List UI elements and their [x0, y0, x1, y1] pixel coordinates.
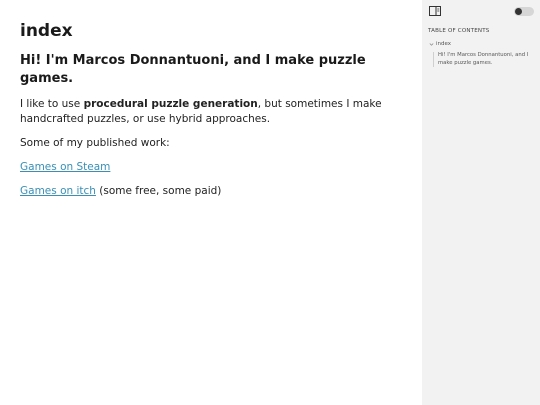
chevron-down-icon: [429, 42, 434, 46]
published-label: Some of my published work:: [20, 137, 170, 149]
steam-link[interactable]: Games on Steam: [20, 161, 110, 173]
itch-link[interactable]: Games on itch: [20, 185, 96, 197]
toc-item-intro-heading[interactable]: Hi! I'm Marcos Donnantuoni, and I make p…: [433, 52, 535, 67]
toc-item-index[interactable]: index: [429, 41, 451, 47]
intro-text-before: I like to use: [20, 98, 84, 110]
toc-sidebar: TABLE OF CONTENTS index Hi! I'm Marcos D…: [422, 0, 540, 405]
page-title: index: [20, 21, 73, 41]
main-content: index Hi! I'm Marcos Donnantuoni, and I …: [0, 0, 422, 405]
sidebar-toggle-icon[interactable]: [429, 6, 441, 16]
intro-bold-text: procedural puzzle generation: [83, 98, 258, 110]
intro-paragraph: I like to use procedural puzzle generati…: [20, 97, 402, 127]
itch-note: (some free, some paid): [95, 185, 222, 197]
theme-toggle-knob: [515, 8, 522, 15]
toc-heading: TABLE OF CONTENTS: [428, 28, 490, 34]
steam-paragraph: Games on Steam: [20, 160, 402, 175]
theme-toggle[interactable]: [514, 7, 534, 16]
intro-heading: Hi! I'm Marcos Donnantuoni, and I make p…: [20, 53, 366, 86]
toc-item-index-label: index: [436, 41, 452, 47]
itch-paragraph: Games on itch (some free, some paid): [20, 184, 402, 199]
